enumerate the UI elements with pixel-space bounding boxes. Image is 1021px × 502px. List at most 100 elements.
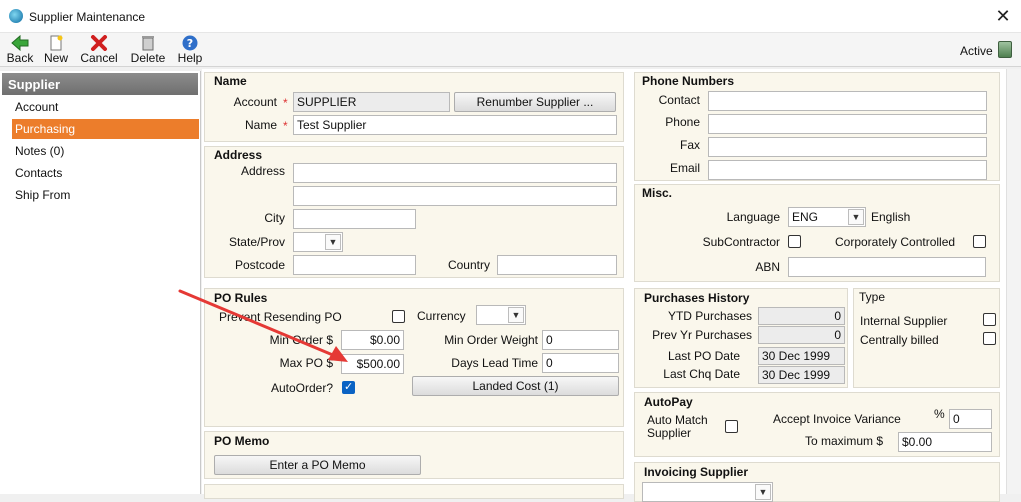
language-select[interactable]: ENG ▼ [788, 207, 866, 227]
purchases-history-group: Purchases History YTD Purchases 0 Prev Y… [634, 288, 848, 388]
last-po-date-field[interactable]: 30 Dec 1999 [758, 347, 845, 365]
autopay-group: AutoPay Auto Match Supplier Accept Invoi… [634, 392, 1000, 457]
city-label: City [264, 211, 285, 225]
abn-field[interactable] [788, 257, 986, 277]
delete-label: Delete [130, 51, 166, 65]
subcontractor-label: SubContractor [702, 235, 780, 249]
name-field[interactable]: Test Supplier [293, 115, 617, 135]
phone-label: Phone [665, 115, 700, 129]
country-field[interactable] [497, 255, 617, 275]
centrally-billed-label: Centrally billed [860, 333, 939, 347]
address-line2-field[interactable] [293, 186, 617, 206]
chevron-down-icon: ▼ [325, 234, 341, 250]
city-field[interactable] [293, 209, 416, 229]
internal-supplier-label: Internal Supplier [860, 314, 948, 328]
trash-icon [142, 36, 154, 51]
email-field[interactable] [708, 160, 987, 180]
last-chq-date-label: Last Chq Date [663, 367, 740, 381]
title-bar: Supplier Maintenance ✕ [0, 0, 1021, 33]
misc-group-title: Misc. [642, 186, 673, 200]
status-label: Active [960, 44, 993, 58]
address-group-title: Address [214, 148, 263, 162]
invoice-variance-field[interactable]: 0 [949, 409, 992, 429]
account-label: Account [233, 95, 277, 109]
days-lead-time-label: Days Lead Time [451, 356, 538, 370]
invoicing-supplier-select[interactable]: ▼ [642, 482, 773, 502]
sidebar-item-purchasing[interactable]: Purchasing [12, 119, 199, 139]
invoicing-supplier-title: Invoicing Supplier [644, 465, 749, 479]
prevent-resending-checkbox[interactable] [392, 310, 405, 323]
sidebar-item-notes[interactable]: Notes (0) [12, 141, 199, 161]
name-group: Name Account * SUPPLIER Renumber Supplie… [204, 72, 624, 142]
autopay-title: AutoPay [644, 395, 693, 409]
back-label: Back [6, 51, 34, 65]
address-group: Address Address City State/Prov ▼ Postco… [204, 146, 624, 278]
po-memo-title: PO Memo [214, 434, 270, 448]
to-maximum-field[interactable]: $0.00 [898, 432, 992, 452]
active-status-icon[interactable] [998, 41, 1012, 58]
phone-group-title: Phone Numbers [642, 74, 735, 88]
vertical-scrollbar[interactable] [1006, 69, 1021, 494]
address-label: Address [240, 164, 285, 178]
prev-yr-purchases-label: Prev Yr Purchases [652, 328, 752, 342]
sidebar-item-account[interactable]: Account [12, 97, 199, 117]
account-field[interactable]: SUPPLIER [293, 92, 450, 112]
abn-label: ABN [755, 260, 780, 274]
internal-supplier-checkbox[interactable] [983, 313, 996, 326]
sidebar-item-contacts[interactable]: Contacts [12, 163, 199, 183]
account-required-mark: * [283, 96, 288, 110]
toolbar: Back New Cancel Delete ? Help [0, 33, 1021, 67]
new-label: New [43, 51, 68, 65]
po-memo-group: PO Memo Enter a PO Memo [204, 431, 624, 479]
postcode-label: Postcode [234, 258, 285, 272]
landed-cost-button[interactable]: Landed Cost (1) [412, 376, 619, 396]
autoorder-label: AutoOrder? [270, 381, 333, 395]
chevron-down-icon: ▼ [755, 484, 771, 500]
to-maximum-label: To maximum $ [805, 434, 884, 448]
annotation-arrow-icon [178, 289, 348, 362]
currency-select[interactable]: ▼ [476, 305, 526, 325]
phone-field[interactable] [708, 114, 987, 134]
ytd-purchases-field[interactable]: 0 [758, 307, 845, 325]
help-button[interactable]: ? Help [175, 35, 205, 65]
cancel-button[interactable]: Cancel [78, 35, 120, 65]
new-button[interactable]: New [42, 35, 70, 65]
corporately-controlled-checkbox[interactable] [973, 235, 986, 248]
ytd-purchases-label: YTD Purchases [667, 309, 752, 323]
enter-po-memo-button[interactable]: Enter a PO Memo [214, 455, 421, 475]
prev-yr-purchases-field[interactable]: 0 [758, 326, 845, 344]
min-order-weight-label: Min Order Weight [444, 333, 538, 347]
back-button[interactable]: Back [4, 35, 36, 65]
last-chq-date-field[interactable]: 30 Dec 1999 [758, 366, 845, 384]
min-order-weight-field[interactable]: 0 [542, 330, 619, 350]
back-arrow-icon [11, 35, 29, 51]
language-code: ENG [792, 210, 819, 224]
phone-numbers-group: Phone Numbers Contact Phone Fax Email [634, 72, 1000, 181]
cancel-x-icon [91, 35, 107, 51]
centrally-billed-checkbox[interactable] [983, 332, 996, 345]
name-required-mark: * [283, 119, 288, 133]
address-line1-field[interactable] [293, 163, 617, 183]
fax-field[interactable] [708, 137, 987, 157]
close-icon[interactable]: ✕ [994, 5, 1012, 27]
cancel-label: Cancel [80, 51, 118, 65]
renumber-supplier-button[interactable]: Renumber Supplier ... [454, 92, 616, 112]
help-icon: ? [182, 35, 198, 51]
accept-invoice-variance-label: Accept Invoice Variance [773, 412, 901, 426]
percent-label: % [934, 407, 945, 421]
state-label: State/Prov [228, 235, 285, 249]
language-name: English [871, 210, 911, 224]
app-icon [9, 9, 23, 23]
auto-match-supplier-checkbox[interactable] [725, 420, 738, 433]
auto-match-supplier-label: Auto Match Supplier [647, 413, 708, 440]
svg-text:?: ? [187, 37, 193, 50]
postcode-field[interactable] [293, 255, 416, 275]
days-lead-time-field[interactable]: 0 [542, 353, 619, 373]
subcontractor-checkbox[interactable] [788, 235, 801, 248]
state-select[interactable]: ▼ [293, 232, 343, 252]
contact-field[interactable] [708, 91, 987, 111]
sidebar-item-ship-from[interactable]: Ship From [12, 185, 199, 205]
delete-button[interactable]: Delete [127, 35, 169, 65]
new-document-icon [50, 35, 63, 51]
autoorder-checkbox[interactable] [342, 380, 355, 394]
